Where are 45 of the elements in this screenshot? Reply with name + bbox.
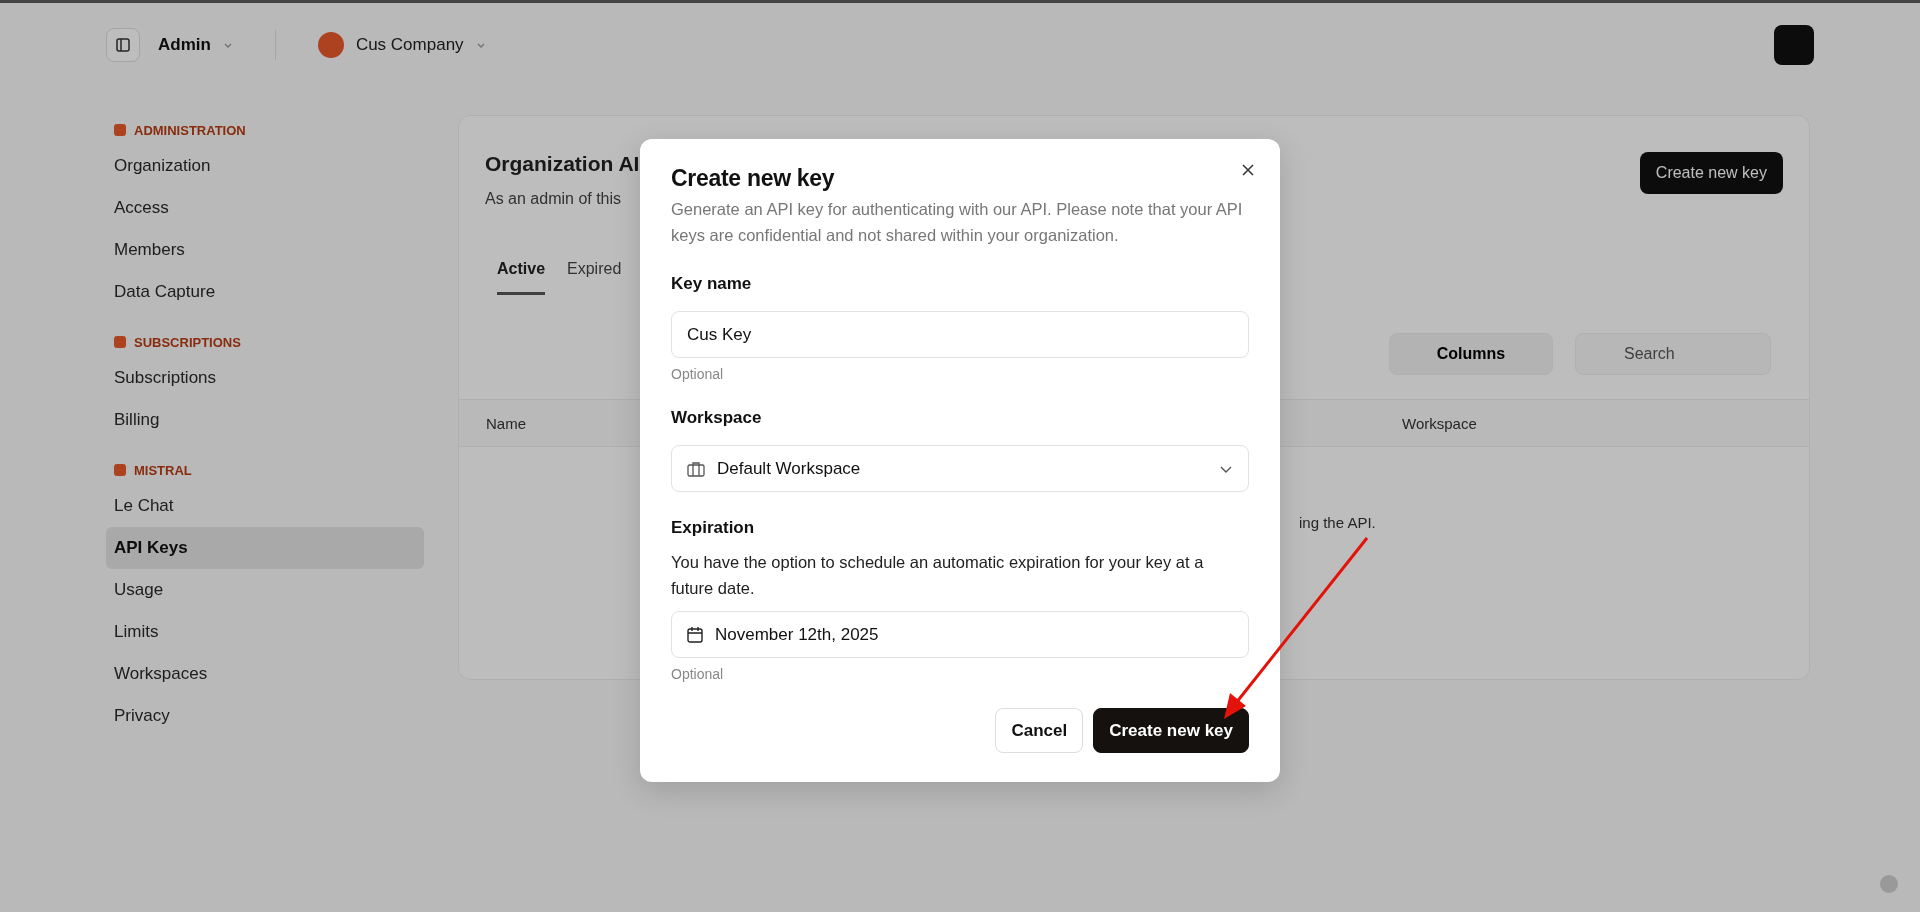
sidebar-item[interactable]: Usage (106, 569, 424, 611)
sidebar-item[interactable]: Organization (106, 145, 424, 187)
dialog-description: Generate an API key for authenticating with our API. Please note that your API keys are confidential and not shared within your organization. (671, 199, 1244, 246)
field-label: Expiration (671, 518, 756, 538)
create-key-button[interactable]: Create new key (1639, 152, 1783, 194)
cancel-button[interactable]: Cancel (995, 708, 1084, 753)
calendar-icon (687, 626, 703, 643)
section-title: MISTRAL (134, 462, 192, 478)
sidebar-item[interactable]: Billing (106, 399, 424, 441)
sidebar-item[interactable]: API Keys (106, 527, 424, 569)
sidebar-item[interactable]: Members (106, 229, 424, 271)
page-title: Organization AI (485, 152, 640, 176)
sidebar-item[interactable]: Data Capture (106, 271, 424, 313)
sidebar-item[interactable]: Privacy (106, 695, 424, 737)
column-header[interactable]: Workspace (1402, 414, 1477, 432)
sidebar-item[interactable]: Limits (106, 611, 424, 653)
section-title: SUBSCRIPTIONS (134, 334, 241, 350)
company-logo-icon (317, 32, 344, 58)
create-button[interactable]: Create new key (1093, 708, 1249, 753)
page-subtitle: As an admin of this (485, 190, 623, 208)
empty-message: ing the API. (1299, 513, 1376, 531)
search-field[interactable]: Search (1575, 333, 1771, 375)
field-label: Workspace (671, 408, 763, 428)
field-description: You have the option to schedule an automatic expiration for your key at a future date. (671, 552, 1205, 599)
column-header[interactable]: Name (486, 414, 526, 432)
tab[interactable]: Expired (567, 260, 622, 295)
workspace-switcher[interactable]: Admin (158, 35, 211, 55)
dialog-title: Create new key (671, 165, 836, 192)
field-label: Key name (671, 274, 753, 294)
sidebar-item[interactable]: Subscriptions (106, 357, 424, 399)
key-name-input[interactable]: Cus Key (671, 311, 1249, 358)
columns-button[interactable]: Columns (1389, 333, 1553, 375)
sidebar-toggle-icon[interactable] (106, 28, 140, 62)
user-avatar[interactable] (1774, 25, 1814, 65)
date-picker[interactable]: November 12th, 2025 (671, 611, 1249, 658)
company-switcher[interactable]: Cus Company (355, 35, 464, 55)
workspace-select[interactable]: Default Workspace (671, 445, 1249, 492)
field-hint: Optional (671, 666, 725, 682)
sidebar-item[interactable]: Access (106, 187, 424, 229)
sidebar-item[interactable]: Workspaces (106, 653, 424, 695)
field-hint: Optional (671, 366, 725, 382)
tab[interactable]: Active (497, 260, 546, 295)
sidebar-item[interactable]: Le Chat (106, 485, 424, 527)
section-title: ADMINISTRATION (134, 122, 246, 138)
briefcase-icon (687, 460, 705, 477)
